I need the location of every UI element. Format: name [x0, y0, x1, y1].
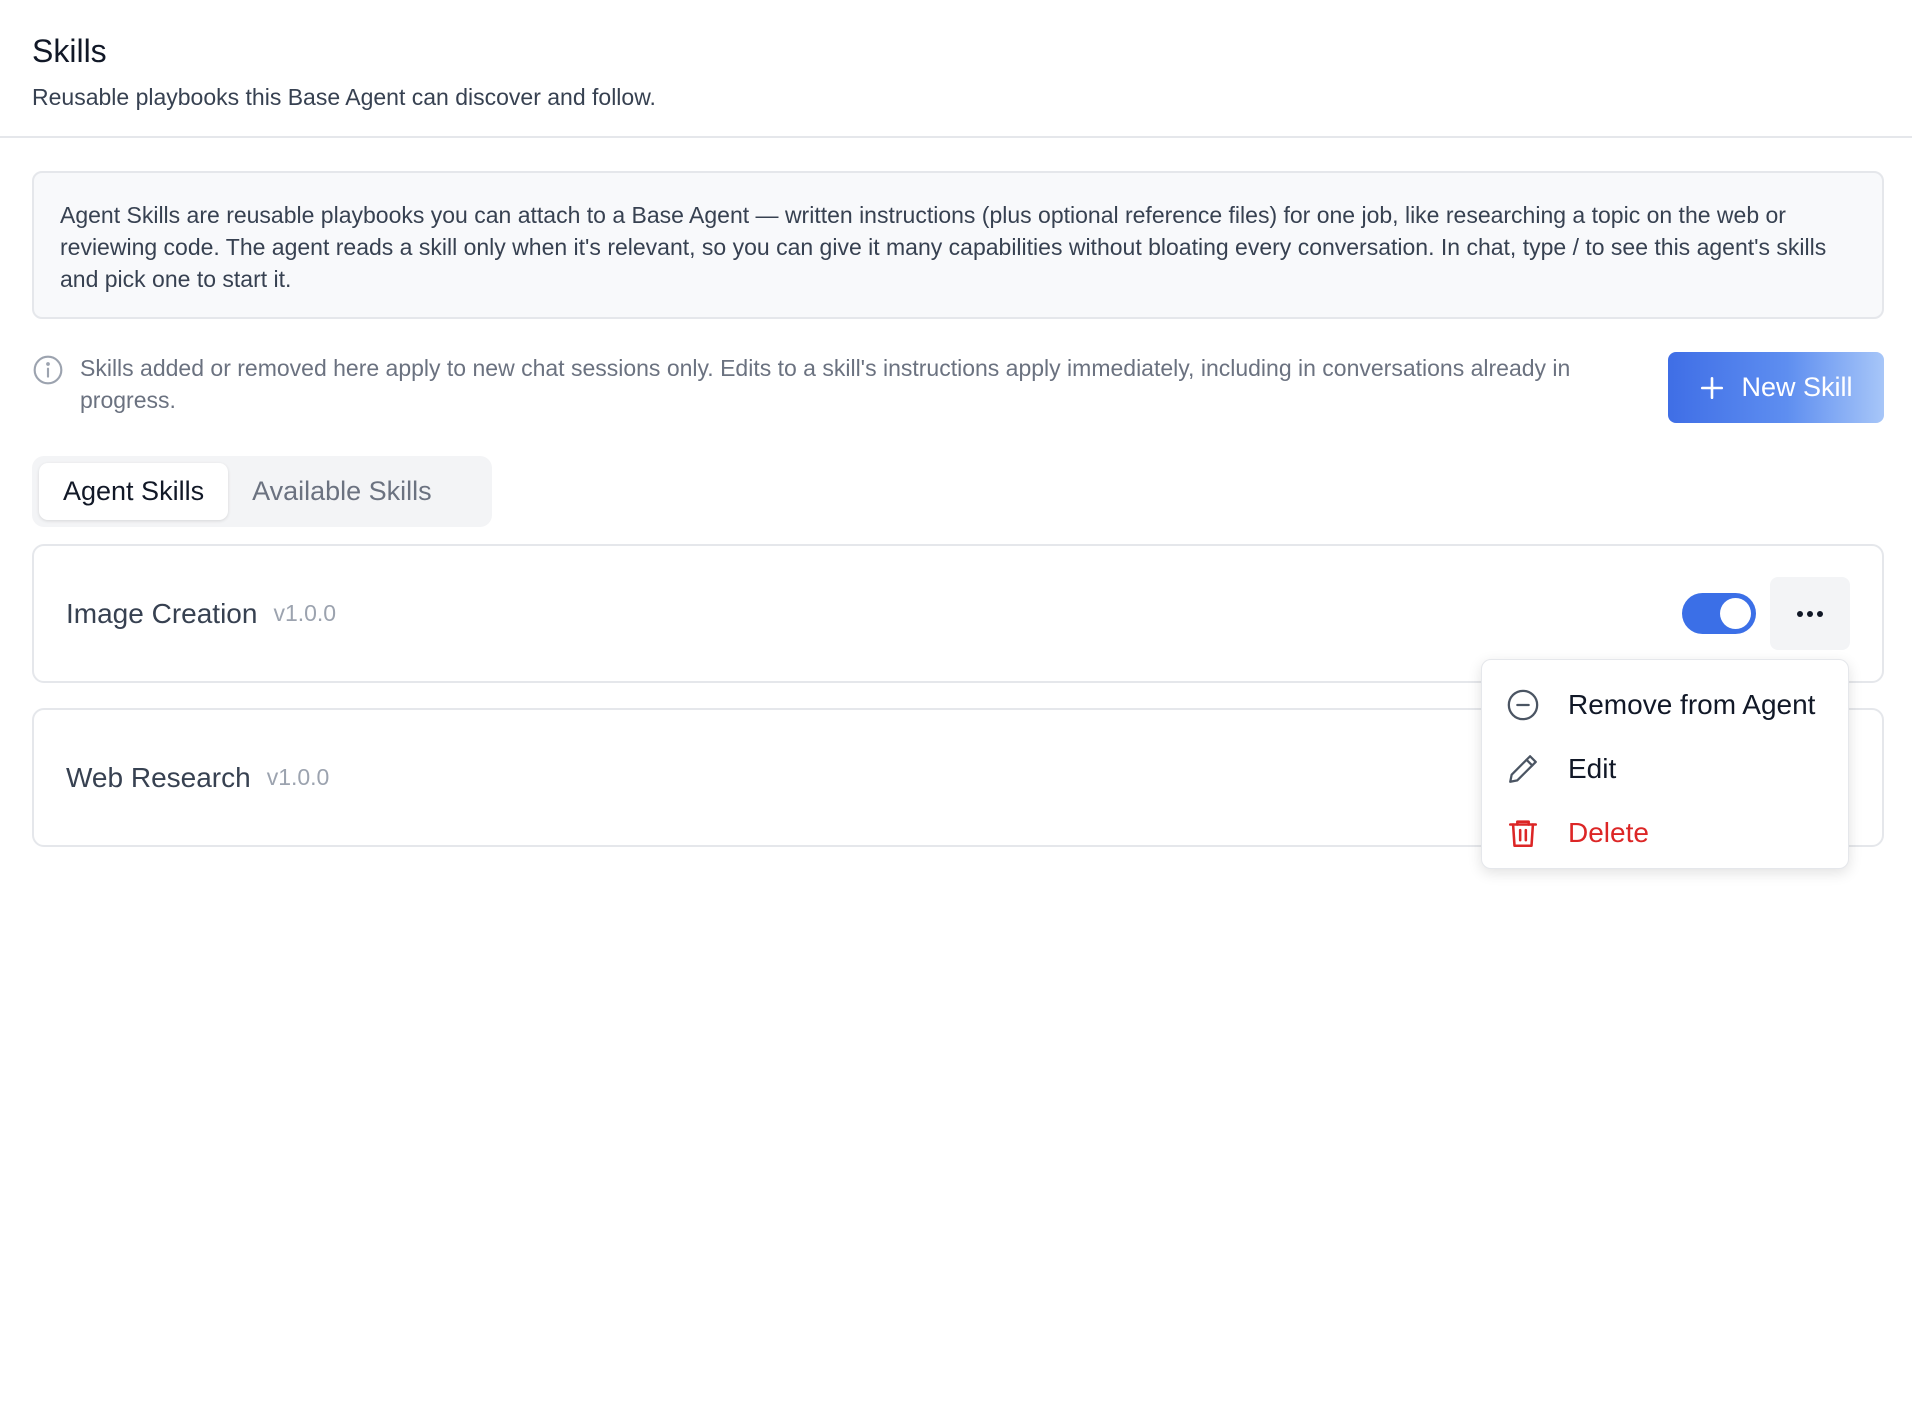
tab-available-skills[interactable]: Available Skills: [228, 463, 456, 520]
menu-item-label: Delete: [1568, 817, 1649, 848]
intro-description: Agent Skills are reusable playbooks you …: [32, 171, 1884, 319]
menu-item-label: Edit: [1568, 753, 1617, 784]
skills-tabs: Agent Skills Available Skills: [32, 456, 492, 527]
ellipsis-icon: [1797, 610, 1823, 617]
new-skill-button[interactable]: New Skill: [1668, 352, 1884, 423]
more-options-button[interactable]: [1770, 577, 1850, 650]
page-title: Skills: [32, 33, 107, 69]
notice-text: Skills added or removed here apply to ne…: [80, 355, 1571, 413]
session-notice: Skills added or removed here apply to ne…: [32, 352, 1632, 416]
menu-item-remove-from-agent[interactable]: Remove from Agent: [1482, 673, 1848, 737]
skill-actions-menu: Remove from Agent Edit Delete: [1481, 659, 1849, 869]
trash-icon: [1508, 820, 1538, 848]
skill-name: Image Creation: [66, 597, 258, 629]
tab-agent-skills[interactable]: Agent Skills: [39, 463, 229, 520]
minus-circle-icon: [1507, 689, 1539, 721]
new-skill-label: New Skill: [1741, 372, 1853, 402]
info-icon: [33, 355, 63, 385]
page-header: Skills Reusable playbooks this Base Agen…: [0, 0, 1912, 138]
menu-item-edit[interactable]: Edit: [1482, 737, 1848, 801]
skill-name: Web Research: [66, 761, 251, 793]
menu-item-delete[interactable]: Delete: [1482, 801, 1848, 865]
toggle-knob: [1720, 598, 1751, 629]
menu-item-label: Remove from Agent: [1568, 689, 1816, 720]
plus-icon: [1701, 376, 1724, 399]
skills-page: Skills Reusable playbooks this Base Agen…: [0, 0, 1912, 1402]
page-subtitle: Reusable playbooks this Base Agent can d…: [32, 84, 656, 110]
skill-version: v1.0.0: [273, 600, 337, 626]
skill-enabled-toggle[interactable]: [1682, 593, 1756, 634]
skill-version: v1.0.0: [266, 764, 330, 790]
pencil-icon: [1509, 755, 1537, 783]
